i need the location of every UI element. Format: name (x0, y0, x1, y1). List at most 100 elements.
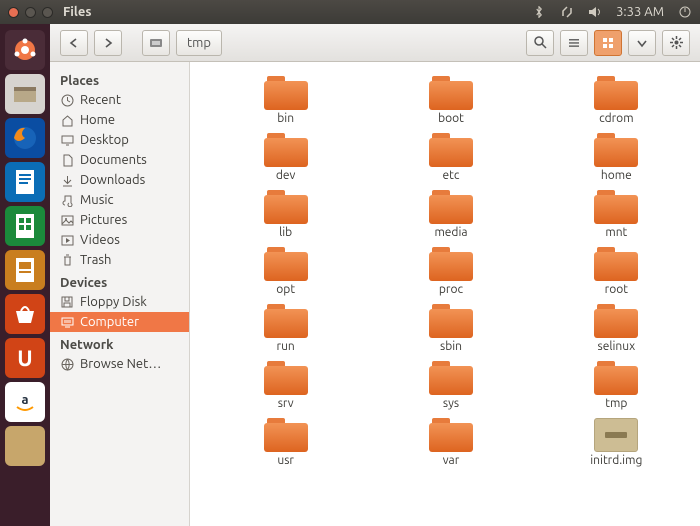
launcher-writer[interactable] (5, 162, 45, 202)
launcher-ubuntu-one[interactable]: U (5, 338, 45, 378)
sidebar-item-music[interactable]: Music (50, 190, 189, 210)
folder-icon (429, 247, 473, 281)
item-label: cdrom (599, 112, 633, 125)
folder-selinux[interactable]: selinux (543, 304, 690, 353)
path-segment[interactable]: tmp (176, 30, 222, 56)
folder-etc[interactable]: etc (377, 133, 524, 182)
item-label: boot (438, 112, 464, 125)
clock[interactable]: 3:33 AM (616, 5, 664, 19)
item-label: srv (278, 397, 294, 410)
folder-home[interactable]: home (543, 133, 690, 182)
maximize-window-button[interactable] (42, 7, 53, 18)
devices-heading: Devices (50, 270, 189, 292)
folder-tmp[interactable]: tmp (543, 361, 690, 410)
sidebar-item-downloads[interactable]: Downloads (50, 170, 189, 190)
view-options-button[interactable] (628, 30, 656, 56)
launcher-dash[interactable] (5, 30, 45, 70)
folder-icon (594, 304, 638, 338)
launcher-firefox[interactable] (5, 118, 45, 158)
search-button[interactable] (526, 30, 554, 56)
minimize-window-button[interactable] (25, 7, 36, 18)
places-heading: Places (50, 68, 189, 90)
sidebar-item-label: Videos (80, 233, 120, 247)
sidebar-item-label: Floppy Disk (80, 295, 147, 309)
close-window-button[interactable] (8, 7, 19, 18)
session-icon[interactable] (678, 6, 692, 18)
launcher-amazon[interactable]: a (5, 382, 45, 422)
folder-root[interactable]: root (543, 247, 690, 296)
view-grid-button[interactable] (594, 30, 622, 56)
folder-proc[interactable]: proc (377, 247, 524, 296)
folder-lib[interactable]: lib (212, 190, 359, 239)
folder-bin[interactable]: bin (212, 76, 359, 125)
videos-icon (60, 234, 74, 246)
folder-usr[interactable]: usr (212, 418, 359, 467)
view-list-button[interactable] (560, 30, 588, 56)
folder-mnt[interactable]: mnt (543, 190, 690, 239)
sidebar-item-videos[interactable]: Videos (50, 230, 189, 250)
folder-var[interactable]: var (377, 418, 524, 467)
folder-srv[interactable]: srv (212, 361, 359, 410)
folder-icon (429, 361, 473, 395)
item-label: mnt (605, 226, 627, 239)
window-controls (8, 7, 53, 18)
documents-icon (60, 154, 74, 166)
folder-run[interactable]: run (212, 304, 359, 353)
back-button[interactable] (60, 30, 88, 56)
folder-dev[interactable]: dev (212, 133, 359, 182)
sidebar-item-computer[interactable]: Computer (50, 312, 189, 332)
desktop-icon (60, 134, 74, 146)
folder-icon (264, 190, 308, 224)
bluetooth-icon[interactable] (532, 6, 546, 18)
folder-sys[interactable]: sys (377, 361, 524, 410)
package-file-icon (594, 418, 638, 452)
sidebar-item-desktop[interactable]: Desktop (50, 130, 189, 150)
content-area[interactable]: bin boot cdrom dev etc home lib media mnt optproc… (190, 62, 700, 526)
folder-icon (264, 76, 308, 110)
item-label: run (277, 340, 295, 353)
sidebar-item-pictures[interactable]: Pictures (50, 210, 189, 230)
folder-icon (429, 418, 473, 452)
launcher-files[interactable] (5, 74, 45, 114)
forward-button[interactable] (94, 30, 122, 56)
launcher-software-center[interactable] (5, 294, 45, 334)
network-icon[interactable] (560, 6, 574, 18)
settings-button[interactable] (662, 30, 690, 56)
sidebar-item-label: Trash (80, 253, 111, 267)
file-manager-window: tmp Places Recent HomeDesktopDocumentsDow… (50, 24, 700, 526)
sidebar-item-label: Recent (80, 93, 121, 107)
item-label: etc (443, 169, 460, 182)
launcher-impress[interactable] (5, 250, 45, 290)
folder-sbin[interactable]: sbin (377, 304, 524, 353)
sidebar-item-trash[interactable]: Trash (50, 250, 189, 270)
folder-icon (429, 190, 473, 224)
folder-icon (264, 133, 308, 167)
recent-icon (60, 94, 74, 106)
item-label: initrd.img (590, 454, 642, 467)
sidebar-item-browse-net-[interactable]: Browse Net… (50, 354, 189, 374)
folder-icon (264, 247, 308, 281)
item-label: tmp (605, 397, 627, 410)
sidebar-item-label: Pictures (80, 213, 127, 227)
folder-cdrom[interactable]: cdrom (543, 76, 690, 125)
folder-media[interactable]: media (377, 190, 524, 239)
folder-boot[interactable]: boot (377, 76, 524, 125)
file-initrd-img[interactable]: initrd.img (543, 418, 690, 467)
computer-icon (60, 316, 74, 328)
sidebar-item-floppy-disk[interactable]: Floppy Disk (50, 292, 189, 312)
folder-icon (429, 76, 473, 110)
sidebar-item-recent[interactable]: Recent (50, 90, 189, 110)
item-label: root (605, 283, 628, 296)
launcher-calc[interactable] (5, 206, 45, 246)
sidebar-item-home[interactable]: Home (50, 110, 189, 130)
folder-opt[interactable]: opt (212, 247, 359, 296)
folder-icon (594, 133, 638, 167)
music-icon (60, 194, 74, 206)
sidebar-item-label: Browse Net… (80, 357, 161, 371)
sidebar: Places Recent HomeDesktopDocumentsDownloa… (50, 62, 190, 526)
sidebar-item-documents[interactable]: Documents (50, 150, 189, 170)
launcher-misc[interactable] (5, 426, 45, 466)
path-device-icon[interactable] (142, 30, 170, 56)
item-label: usr (277, 454, 294, 467)
sound-icon[interactable] (588, 6, 602, 18)
